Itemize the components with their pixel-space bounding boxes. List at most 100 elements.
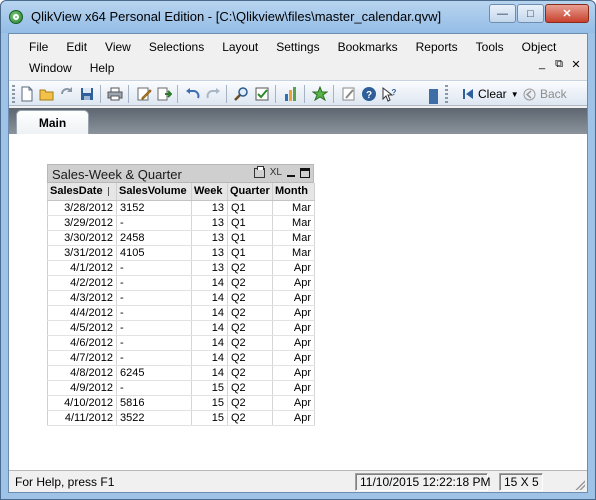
menu-file[interactable]: File [9, 40, 57, 54]
cell-month[interactable]: Apr [272, 395, 315, 411]
open-icon[interactable] [39, 86, 55, 102]
cell-week[interactable]: 14 [191, 275, 228, 291]
chart-icon[interactable] [283, 86, 299, 102]
cell-salesvolume[interactable]: 6245 [116, 365, 192, 381]
whats-this-icon[interactable]: ? [381, 86, 397, 102]
undo-icon[interactable] [185, 86, 201, 102]
cell-quarter[interactable]: Q2 [227, 365, 273, 381]
toolbar-grip[interactable] [445, 85, 448, 103]
cell-month[interactable]: Mar [272, 215, 315, 231]
selections-icon[interactable] [254, 86, 270, 102]
cell-salesdate[interactable]: 3/30/2012 [47, 230, 117, 246]
resize-grip-icon[interactable] [575, 480, 585, 490]
cell-salesdate[interactable]: 3/28/2012 [47, 200, 117, 216]
column-header-salesvolume[interactable]: SalesVolume [116, 183, 192, 201]
column-header-month[interactable]: Month [272, 183, 315, 201]
menu-selections[interactable]: Selections [140, 40, 213, 54]
cell-salesvolume[interactable]: - [116, 215, 192, 231]
minimize-icon[interactable] [287, 174, 295, 177]
cell-salesdate[interactable]: 4/10/2012 [47, 395, 117, 411]
cell-month[interactable]: Apr [272, 350, 315, 366]
tab-main[interactable]: Main [16, 110, 89, 134]
cell-month[interactable]: Apr [272, 380, 315, 396]
bookmark-star-icon[interactable] [312, 86, 328, 102]
chevron-down-icon[interactable]: ▼ [511, 90, 519, 99]
cell-month[interactable]: Mar [272, 230, 315, 246]
cell-salesvolume[interactable]: - [116, 320, 192, 336]
cell-month[interactable]: Apr [272, 365, 315, 381]
menu-object[interactable]: Object [513, 40, 566, 54]
cell-quarter[interactable]: Q2 [227, 320, 273, 336]
cell-month[interactable]: Apr [272, 260, 315, 276]
cell-quarter[interactable]: Q2 [227, 395, 273, 411]
menu-edit[interactable]: Edit [57, 40, 96, 54]
save-icon[interactable] [79, 86, 95, 102]
new-icon[interactable] [19, 86, 35, 102]
cell-month[interactable]: Mar [272, 200, 315, 216]
cell-salesvolume[interactable]: - [116, 290, 192, 306]
cell-month[interactable]: Mar [272, 245, 315, 261]
cell-month[interactable]: Apr [272, 290, 315, 306]
cell-salesdate[interactable]: 4/9/2012 [47, 380, 117, 396]
back-button[interactable]: Back [523, 84, 567, 104]
cell-week[interactable]: 14 [191, 290, 228, 306]
cell-salesvolume[interactable]: 3522 [116, 410, 192, 426]
reload-icon[interactable] [59, 86, 75, 102]
menu-reports[interactable]: Reports [407, 40, 467, 54]
cell-salesdate[interactable]: 3/31/2012 [47, 245, 117, 261]
cell-salesvolume[interactable]: 3152 [116, 200, 192, 216]
cell-salesdate[interactable]: 4/3/2012 [47, 290, 117, 306]
cell-salesdate[interactable]: 4/1/2012 [47, 260, 117, 276]
cell-month[interactable]: Apr [272, 410, 315, 426]
column-header-salesdate[interactable]: SalesDate [47, 183, 117, 201]
cell-quarter[interactable]: Q2 [227, 290, 273, 306]
cell-quarter[interactable]: Q2 [227, 335, 273, 351]
cell-week[interactable]: 14 [191, 320, 228, 336]
doc-close-button[interactable]: ✕ [571, 58, 581, 71]
cell-week[interactable]: 13 [191, 230, 228, 246]
doc-restore-button[interactable]: ⧉ [554, 58, 564, 71]
cell-quarter[interactable]: Q2 [227, 410, 273, 426]
clear-button[interactable]: Clear ▼ [459, 84, 522, 104]
cell-salesdate[interactable]: 4/2/2012 [47, 275, 117, 291]
qlikview-logo-icon[interactable] [9, 10, 23, 24]
cell-salesdate[interactable]: 4/7/2012 [47, 350, 117, 366]
cell-week[interactable]: 13 [191, 245, 228, 261]
menu-help[interactable]: Help [81, 61, 124, 75]
cell-salesvolume[interactable]: 2458 [116, 230, 192, 246]
cell-salesvolume[interactable]: - [116, 335, 192, 351]
cell-quarter[interactable]: Q2 [227, 260, 273, 276]
doc-minimize-button[interactable]: _ [537, 58, 547, 71]
toolbar-overflow-chevron-icon[interactable] [429, 89, 438, 104]
cell-month[interactable]: Apr [272, 320, 315, 336]
cell-week[interactable]: 15 [191, 395, 228, 411]
cell-week[interactable]: 15 [191, 410, 228, 426]
cell-salesdate[interactable]: 4/5/2012 [47, 320, 117, 336]
cell-week[interactable]: 14 [191, 335, 228, 351]
table-box-caption[interactable]: Sales-Week & Quarter XL [47, 164, 314, 183]
print-icon[interactable] [253, 165, 265, 178]
menu-window[interactable]: Window [9, 61, 81, 75]
reload-data-icon[interactable] [156, 86, 172, 102]
search-icon[interactable] [234, 86, 250, 102]
maximize-icon[interactable] [300, 167, 310, 178]
minimize-button[interactable]: — [489, 4, 516, 23]
menu-layout[interactable]: Layout [213, 40, 267, 54]
cell-salesdate[interactable]: 4/4/2012 [47, 305, 117, 321]
cell-salesvolume[interactable]: - [116, 380, 192, 396]
cell-month[interactable]: Apr [272, 305, 315, 321]
menu-bookmarks[interactable]: Bookmarks [329, 40, 407, 54]
cell-salesdate[interactable]: 4/6/2012 [47, 335, 117, 351]
cell-salesvolume[interactable]: - [116, 350, 192, 366]
cell-month[interactable]: Apr [272, 275, 315, 291]
cell-week[interactable]: 14 [191, 350, 228, 366]
close-button[interactable]: ✕ [545, 4, 589, 23]
cell-quarter[interactable]: Q2 [227, 275, 273, 291]
cell-salesvolume[interactable]: - [116, 275, 192, 291]
title-bar[interactable]: QlikView x64 Personal Edition - [C:\Qlik… [1, 1, 595, 33]
cell-salesdate[interactable]: 4/8/2012 [47, 365, 117, 381]
redo-icon[interactable] [205, 86, 221, 102]
column-header-quarter[interactable]: Quarter [227, 183, 273, 201]
cell-salesvolume[interactable]: - [116, 260, 192, 276]
cell-quarter[interactable]: Q1 [227, 215, 273, 231]
